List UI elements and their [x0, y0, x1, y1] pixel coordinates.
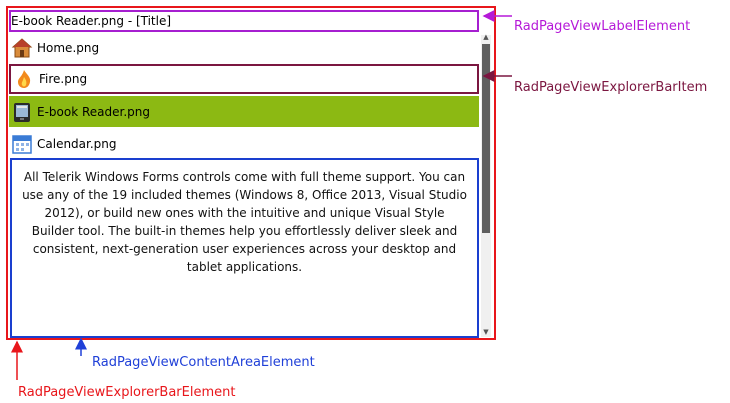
- callout-content-area-element: RadPageViewContentAreaElement: [92, 355, 315, 370]
- callout-label-element: RadPageViewLabelElement: [514, 19, 691, 34]
- callout-explorer-bar-element: RadPageViewExplorerBarElement: [18, 385, 236, 400]
- callout-explorer-bar-item: RadPageViewExplorerBarItem: [514, 80, 708, 95]
- callout-arrows: [11, 10, 512, 380]
